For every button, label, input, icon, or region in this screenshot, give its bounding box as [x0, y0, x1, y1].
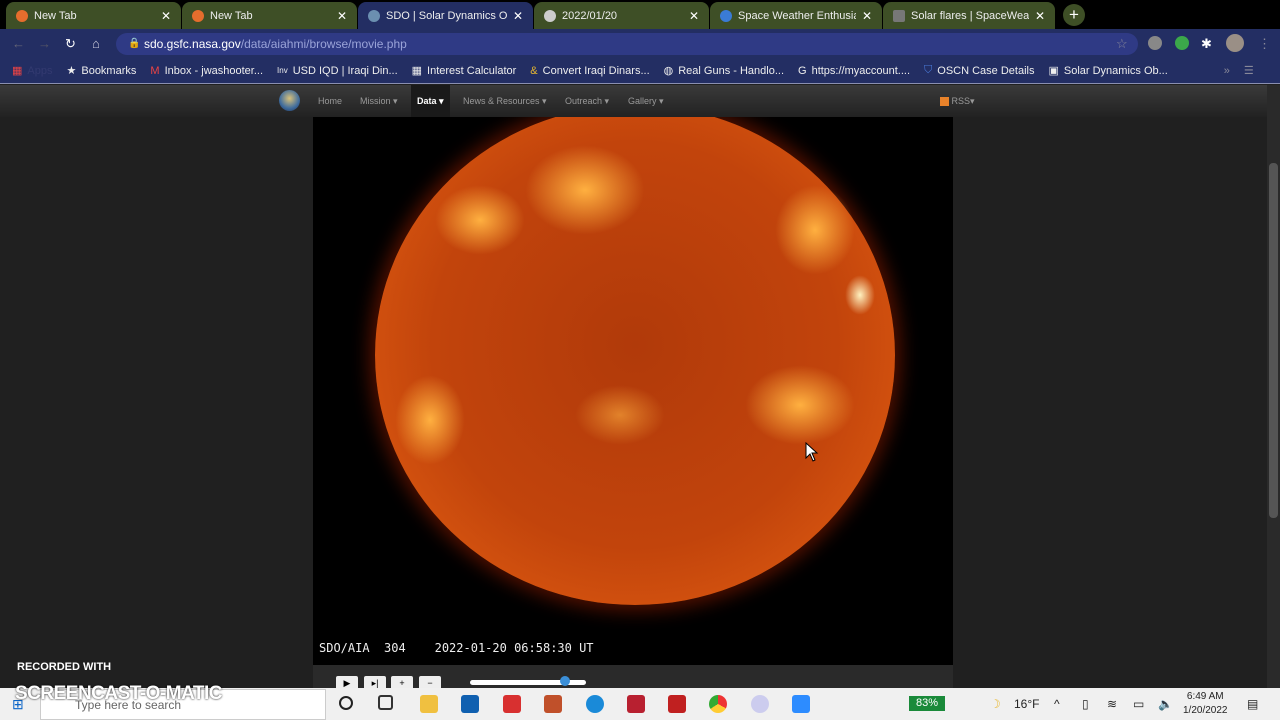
duckduckgo-icon: [192, 9, 204, 22]
close-icon[interactable]: ✕: [161, 9, 171, 23]
close-icon[interactable]: ✕: [1035, 9, 1045, 23]
tray-chevron-icon[interactable]: ^: [1054, 697, 1060, 711]
edge-icon[interactable]: [586, 695, 604, 713]
sdo-logo[interactable]: [279, 90, 300, 111]
spaceweather-icon: [893, 9, 905, 22]
frame-caption: SDO/AIA 304 2022-01-20 06:58:30 UT: [319, 641, 594, 655]
watermark-logo: SCREENCAST-O-MATIC: [15, 683, 223, 704]
bookmark-apps[interactable]: ▦ Apps: [12, 64, 52, 78]
file-explorer-icon[interactable]: [420, 695, 438, 713]
nav-rss[interactable]: RSS▾: [934, 85, 981, 117]
sdo-icon: [368, 9, 380, 22]
powerpoint-icon[interactable]: [544, 695, 562, 713]
site-nav: Home Mission ▾ Data ▾ News & Resources ▾…: [0, 85, 1267, 117]
nav-home[interactable]: Home: [312, 85, 348, 117]
app-red-icon[interactable]: [503, 695, 521, 713]
globe-icon: [544, 9, 556, 22]
rss-icon: [940, 97, 949, 107]
inv-icon: Inv: [277, 66, 288, 75]
noaa-icon: [720, 9, 732, 22]
scrollbar-thumb[interactable]: [1269, 163, 1278, 518]
shield-icon: ⛉: [924, 64, 933, 76]
weather-temp[interactable]: 16°F: [1014, 697, 1039, 711]
tab-space-weather[interactable]: Space Weather Enthusiasts✕: [710, 2, 882, 29]
zoom-icon[interactable]: [792, 695, 810, 713]
tab-strip: New Tab ✕ New Tab ✕ SDO | Solar Dynamics O…: [0, 0, 1280, 29]
duckduckgo-icon: [16, 9, 28, 22]
home-icon[interactable]: ⌂: [92, 36, 100, 51]
lock-icon: 🔒: [128, 38, 141, 49]
reload-icon[interactable]: ↻: [65, 36, 76, 52]
currency-icon: &: [530, 64, 538, 77]
cortana-icon[interactable]: [339, 696, 353, 710]
chrome-icon[interactable]: [709, 695, 727, 713]
close-icon[interactable]: ✕: [689, 9, 699, 23]
gmail-icon: M: [150, 64, 160, 77]
menu-icon[interactable]: ⋮: [1258, 36, 1271, 52]
wifi-icon[interactable]: ≋: [1107, 697, 1117, 711]
extension-check-icon[interactable]: [1175, 36, 1189, 50]
store-icon[interactable]: [461, 695, 479, 713]
nav-mission[interactable]: Mission ▾: [354, 85, 404, 117]
back-icon[interactable]: ←: [12, 36, 25, 51]
solitaire-icon[interactable]: [668, 695, 686, 713]
new-tab-button[interactable]: +: [1063, 4, 1085, 26]
google-icon: G: [798, 64, 807, 77]
close-icon[interactable]: ✕: [513, 9, 523, 23]
weather-icon: ☽: [990, 697, 1001, 711]
bookmark-myaccount[interactable]: Ghttps://myaccount....: [798, 65, 910, 77]
reading-list[interactable]: ☰: [1244, 64, 1254, 77]
close-icon[interactable]: ✕: [337, 9, 347, 23]
access-icon[interactable]: [627, 695, 645, 713]
bookmark-interest-calculator[interactable]: ▦ Interest Calculator: [411, 64, 517, 78]
apps-grid-icon: ▦: [12, 65, 23, 77]
globe-icon: ◍: [663, 65, 674, 77]
reading-list-icon: ☰: [1243, 65, 1254, 77]
bookmark-oscn[interactable]: ⛉ OSCN Case Details: [924, 64, 1034, 77]
bookmarks-overflow[interactable]: »: [1224, 65, 1230, 77]
tray-device-icon[interactable]: ▯: [1082, 697, 1089, 711]
watermark-recorded-with: RECORDED WITH: [17, 661, 112, 673]
sun-image: [375, 117, 895, 605]
screencast-icon[interactable]: [751, 695, 769, 713]
extension-w-icon[interactable]: [1148, 36, 1162, 50]
task-view-icon[interactable]: [378, 695, 393, 710]
solar-movie-frame: [313, 117, 953, 665]
nav-data[interactable]: Data ▾: [411, 85, 450, 117]
bookmark-inbox[interactable]: M Inbox - jwashooter...: [150, 65, 263, 77]
bookmark-bookmarks[interactable]: ★ Bookmarks: [66, 64, 136, 78]
taskbar-clock[interactable]: 6:49 AM 1/20/2022: [1183, 690, 1228, 718]
calculator-icon: ▦: [411, 65, 423, 77]
bookmarks-bar: ▦ Apps ★ Bookmarks M Inbox - jwashooter... …: [0, 58, 1280, 84]
battery-indicator: 83%: [909, 696, 945, 711]
bookmark-real-guns[interactable]: ◍ Real Guns - Handlo...: [663, 64, 784, 78]
chevron-double-right-icon: »: [1223, 64, 1230, 77]
puzzle-icon[interactable]: ✱: [1201, 36, 1212, 52]
close-icon[interactable]: ✕: [862, 9, 872, 23]
bookmark-sdo[interactable]: ▣ Solar Dynamics Ob...: [1048, 64, 1167, 78]
address-bar[interactable]: 🔒 sdo.gsfc.nasa.gov/data/aiahmi/browse/mo…: [116, 33, 1138, 55]
spaceweather-icon: ▣: [1048, 65, 1059, 77]
tab-new-tab-1[interactable]: New Tab ✕: [6, 2, 181, 29]
forward-icon[interactable]: →: [38, 36, 51, 51]
tab-solar-flares[interactable]: Solar flares | SpaceWeather✕: [883, 2, 1055, 29]
volume-icon[interactable]: 🔈: [1158, 697, 1173, 711]
battery-icon[interactable]: ▭: [1133, 697, 1144, 711]
avatar[interactable]: [1226, 34, 1244, 52]
tab-date[interactable]: 2022/01/20 ✕: [534, 2, 709, 29]
nav-outreach[interactable]: Outreach ▾: [559, 85, 615, 117]
nav-news-resources[interactable]: News & Resources ▾: [457, 85, 553, 117]
bookmark-convert-dinars[interactable]: & Convert Iraqi Dinars...: [530, 65, 649, 77]
star-icon: ★: [66, 65, 77, 77]
nav-gallery[interactable]: Gallery ▾: [622, 85, 670, 117]
bookmark-star-icon[interactable]: ☆: [1116, 36, 1128, 52]
tab-new-tab-2[interactable]: New Tab ✕: [182, 2, 357, 29]
notifications-icon[interactable]: ▤: [1247, 697, 1258, 711]
tab-sdo[interactable]: SDO | Solar Dynamics Obse✕: [358, 2, 533, 29]
bookmark-usd-iqd[interactable]: Inv USD IQD | Iraqi Din...: [277, 65, 398, 77]
